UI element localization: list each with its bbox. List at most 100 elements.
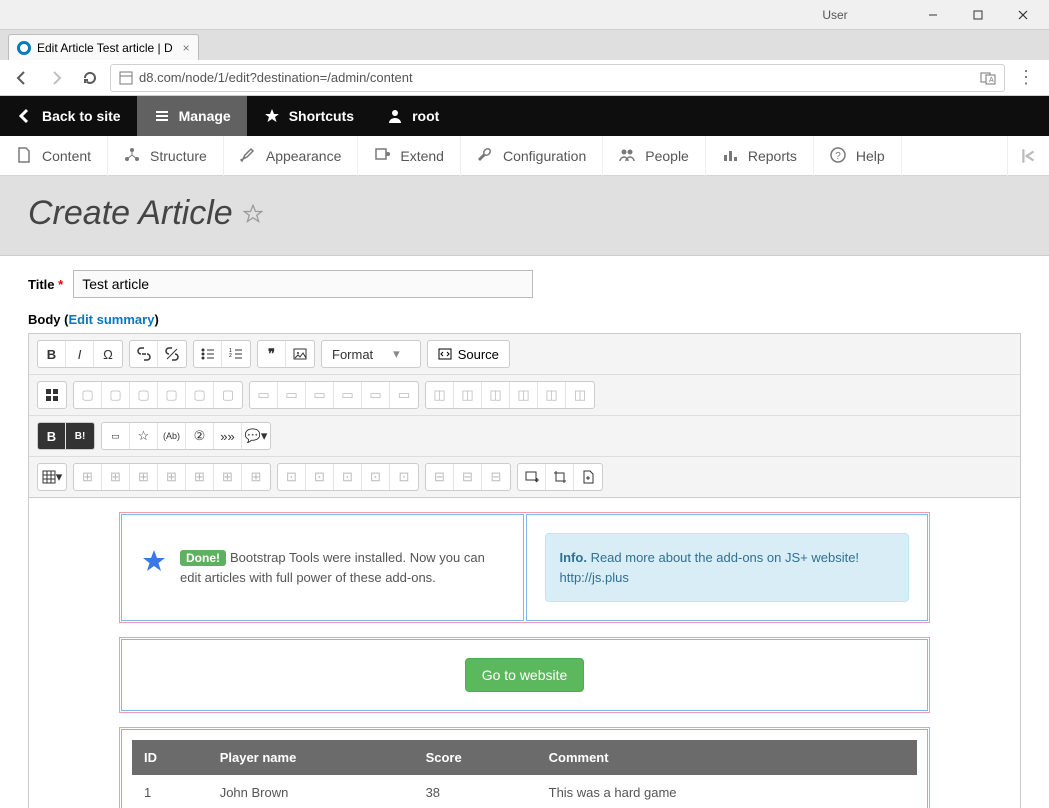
- cell-tool-1[interactable]: ⊡: [278, 464, 306, 490]
- collapse-toolbar-button[interactable]: [1007, 136, 1049, 176]
- layout-grid-button[interactable]: [38, 382, 66, 408]
- ok-badge-button[interactable]: ▭: [102, 423, 130, 449]
- cell-tool-4[interactable]: ⊡: [362, 464, 390, 490]
- title-input[interactable]: [73, 270, 533, 298]
- menu-people[interactable]: People: [603, 136, 706, 176]
- table-row[interactable]: 1 John Brown 38 This was a hard game: [132, 775, 917, 808]
- user-menu-link[interactable]: root: [370, 96, 455, 136]
- browser-menu-icon[interactable]: ⋮: [1011, 67, 1041, 88]
- menu-appearance[interactable]: Appearance: [224, 136, 359, 176]
- misc-tool-4[interactable]: ◫: [510, 382, 538, 408]
- shortcuts-link[interactable]: Shortcuts: [247, 96, 370, 136]
- abbr-button[interactable]: (Ab): [158, 423, 186, 449]
- row-tool-5[interactable]: ▭: [362, 382, 390, 408]
- page-viewport[interactable]: Back to site Manage Shortcuts root Conte…: [0, 96, 1049, 808]
- edit-summary-link[interactable]: Edit summary: [68, 312, 154, 327]
- editor-content-area[interactable]: Done!Bootstrap Tools were installed. Now…: [29, 497, 1020, 808]
- merge-tool-1[interactable]: ⊟: [426, 464, 454, 490]
- col-tool-4[interactable]: ▢: [158, 382, 186, 408]
- menu-reports[interactable]: Reports: [706, 136, 814, 176]
- menu-content[interactable]: Content: [0, 136, 108, 176]
- puzzle-icon: [374, 147, 392, 165]
- image-button[interactable]: [286, 341, 314, 367]
- admin-menu: Content Structure Appearance Extend Conf…: [0, 136, 1049, 176]
- breadcrumb-button[interactable]: »»: [214, 423, 242, 449]
- go-to-website-button[interactable]: Go to website: [465, 658, 585, 692]
- numbered-list-button[interactable]: 12: [222, 341, 250, 367]
- minimize-button[interactable]: [910, 1, 955, 29]
- widget-b-button[interactable]: B: [38, 423, 66, 449]
- reload-button[interactable]: [76, 64, 104, 92]
- os-user-label: User: [822, 8, 847, 22]
- source-button[interactable]: Source: [427, 340, 510, 368]
- col-tool-3[interactable]: ▢: [130, 382, 158, 408]
- col-tool-2[interactable]: ▢: [102, 382, 130, 408]
- browser-tab[interactable]: Edit Article Test article | D ×: [8, 34, 199, 60]
- table-tool-5[interactable]: ⊞: [186, 464, 214, 490]
- link-button[interactable]: [130, 341, 158, 367]
- url-text: d8.com/node/1/edit?destination=/admin/co…: [139, 70, 413, 85]
- row-tool-3[interactable]: ▭: [306, 382, 334, 408]
- manage-link[interactable]: Manage: [137, 96, 247, 136]
- col-tool-1[interactable]: ▢: [74, 382, 102, 408]
- file-plus-button[interactable]: [574, 464, 602, 490]
- table-tool-1[interactable]: ⊞: [74, 464, 102, 490]
- circle-2-button[interactable]: ②: [186, 423, 214, 449]
- unlink-button[interactable]: [158, 341, 186, 367]
- crop-image-button[interactable]: [546, 464, 574, 490]
- blockquote-button[interactable]: ❞: [258, 341, 286, 367]
- comment-button[interactable]: 💬▾: [242, 423, 270, 449]
- cell-tool-5[interactable]: ⊡: [390, 464, 418, 490]
- table-menu-button[interactable]: ▾: [38, 464, 66, 490]
- widget-bi-button[interactable]: B!: [66, 423, 94, 449]
- title-label: Title *: [28, 277, 63, 292]
- upload-image-button[interactable]: [518, 464, 546, 490]
- star-tool-button[interactable]: ☆: [130, 423, 158, 449]
- table-tool-6[interactable]: ⊞: [214, 464, 242, 490]
- italic-button[interactable]: I: [66, 341, 94, 367]
- tab-close-icon[interactable]: ×: [183, 41, 190, 55]
- row-tool-6[interactable]: ▭: [390, 382, 418, 408]
- maximize-button[interactable]: [955, 1, 1000, 29]
- address-bar[interactable]: d8.com/node/1/edit?destination=/admin/co…: [110, 64, 1005, 92]
- merge-tool-3[interactable]: ⊟: [482, 464, 510, 490]
- merge-tool-2[interactable]: ⊟: [454, 464, 482, 490]
- favorite-star-icon[interactable]: [243, 204, 263, 224]
- format-dropdown[interactable]: Format: [321, 340, 421, 368]
- menu-help[interactable]: ? Help: [814, 136, 902, 176]
- bold-button[interactable]: B: [38, 341, 66, 367]
- content-row-1[interactable]: Done!Bootstrap Tools were installed. Now…: [119, 512, 930, 623]
- misc-tool-6[interactable]: ◫: [566, 382, 594, 408]
- misc-tool-2[interactable]: ◫: [454, 382, 482, 408]
- misc-tool-1[interactable]: ◫: [426, 382, 454, 408]
- cell-tool-3[interactable]: ⊡: [334, 464, 362, 490]
- menu-extend[interactable]: Extend: [358, 136, 461, 176]
- cell-tool-2[interactable]: ⊡: [306, 464, 334, 490]
- row-tool-1[interactable]: ▭: [250, 382, 278, 408]
- content-row-2[interactable]: Go to website: [119, 637, 930, 713]
- table-tool-3[interactable]: ⊞: [130, 464, 158, 490]
- table-tool-7[interactable]: ⊞: [242, 464, 270, 490]
- svg-text:2: 2: [229, 353, 232, 359]
- special-char-button[interactable]: Ω: [94, 341, 122, 367]
- row-tool-2[interactable]: ▭: [278, 382, 306, 408]
- translate-icon[interactable]: A: [980, 70, 996, 86]
- misc-tool-5[interactable]: ◫: [538, 382, 566, 408]
- col-tool-6[interactable]: ▢: [214, 382, 242, 408]
- forward-button[interactable]: [42, 64, 70, 92]
- misc-tool-3[interactable]: ◫: [482, 382, 510, 408]
- back-button[interactable]: [8, 64, 36, 92]
- back-to-site-link[interactable]: Back to site: [0, 96, 137, 136]
- col-tool-5[interactable]: ▢: [186, 382, 214, 408]
- table-tool-2[interactable]: ⊞: [102, 464, 130, 490]
- table-tool-4[interactable]: ⊞: [158, 464, 186, 490]
- close-window-button[interactable]: [1000, 1, 1045, 29]
- bullet-list-button[interactable]: [194, 341, 222, 367]
- menu-structure[interactable]: Structure: [108, 136, 224, 176]
- help-icon: ?: [830, 147, 848, 165]
- arrow-left-icon: [16, 107, 34, 125]
- content-row-3[interactable]: ID Player name Score Comment 1 John Brow…: [119, 727, 930, 808]
- info-link[interactable]: http://js.plus: [560, 570, 629, 585]
- row-tool-4[interactable]: ▭: [334, 382, 362, 408]
- menu-configuration[interactable]: Configuration: [461, 136, 603, 176]
